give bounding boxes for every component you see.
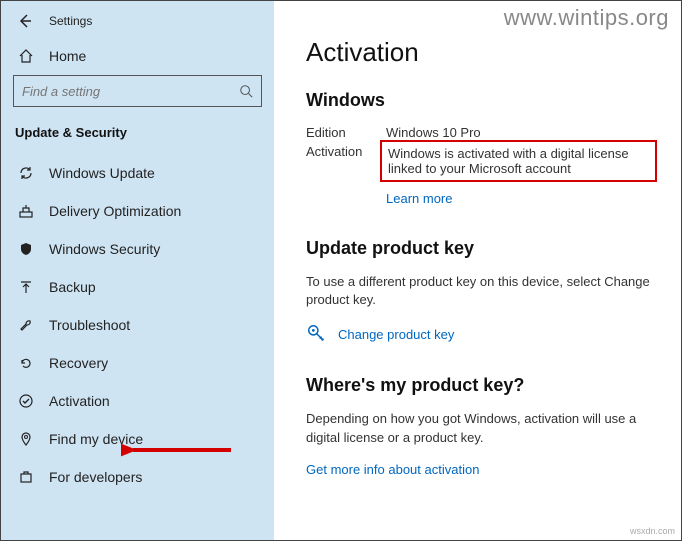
nav-list: Windows Update Delivery Optimization Win… — [1, 154, 274, 496]
nav-backup[interactable]: Backup — [1, 268, 274, 306]
nav-windows-update[interactable]: Windows Update — [1, 154, 274, 192]
get-more-info-link[interactable]: Get more info about activation — [306, 462, 479, 477]
back-button[interactable] — [15, 11, 35, 31]
windows-heading: Windows — [306, 90, 657, 111]
check-circle-icon — [17, 392, 35, 410]
update-key-heading: Update product key — [306, 238, 657, 259]
home-icon — [17, 47, 35, 65]
where-key-heading: Where's my product key? — [306, 375, 657, 396]
page-title: Activation — [306, 37, 657, 68]
nav-activation[interactable]: Activation — [1, 382, 274, 420]
where-key-body: Depending on how you got Windows, activa… — [306, 410, 657, 446]
delivery-icon — [17, 202, 35, 220]
main-content: Activation Windows Edition Windows 10 Pr… — [274, 1, 681, 540]
arrow-left-icon — [17, 13, 33, 29]
recovery-icon — [17, 354, 35, 372]
backup-icon — [17, 278, 35, 296]
category-heading: Update & Security — [1, 121, 274, 154]
home-button[interactable]: Home — [1, 39, 274, 75]
update-key-body: To use a different product key on this d… — [306, 273, 657, 309]
nav-troubleshoot[interactable]: Troubleshoot — [1, 306, 274, 344]
activation-value: Windows is activated with a digital lice… — [388, 146, 629, 176]
location-icon — [17, 430, 35, 448]
learn-more-link[interactable]: Learn more — [386, 191, 452, 206]
shield-icon — [17, 240, 35, 258]
edition-value: Windows 10 Pro — [386, 125, 657, 140]
sync-icon — [17, 164, 35, 182]
sidebar: Settings Home Update & Security Windows … — [1, 1, 274, 540]
nav-delivery-optimization[interactable]: Delivery Optimization — [1, 192, 274, 230]
activation-status-highlight: Windows is activated with a digital lice… — [380, 140, 657, 182]
change-key-label: Change product key — [338, 327, 454, 342]
search-icon — [239, 84, 253, 98]
nav-find-my-device[interactable]: Find my device — [1, 420, 274, 458]
window-title: Settings — [49, 14, 92, 28]
nav-for-developers[interactable]: For developers — [1, 458, 274, 496]
developers-icon — [17, 468, 35, 486]
search-box[interactable] — [13, 75, 262, 107]
home-label: Home — [49, 48, 86, 64]
edition-label: Edition — [306, 125, 386, 140]
footer-credit: wsxdn.com — [630, 526, 675, 536]
change-product-key-button[interactable]: Change product key — [306, 323, 657, 345]
nav-windows-security[interactable]: Windows Security — [1, 230, 274, 268]
key-icon — [306, 323, 328, 345]
activation-label: Activation — [306, 144, 386, 182]
wrench-icon — [17, 316, 35, 334]
watermark-text: www.wintips.org — [504, 5, 669, 31]
nav-recovery[interactable]: Recovery — [1, 344, 274, 382]
search-input[interactable] — [22, 84, 239, 99]
